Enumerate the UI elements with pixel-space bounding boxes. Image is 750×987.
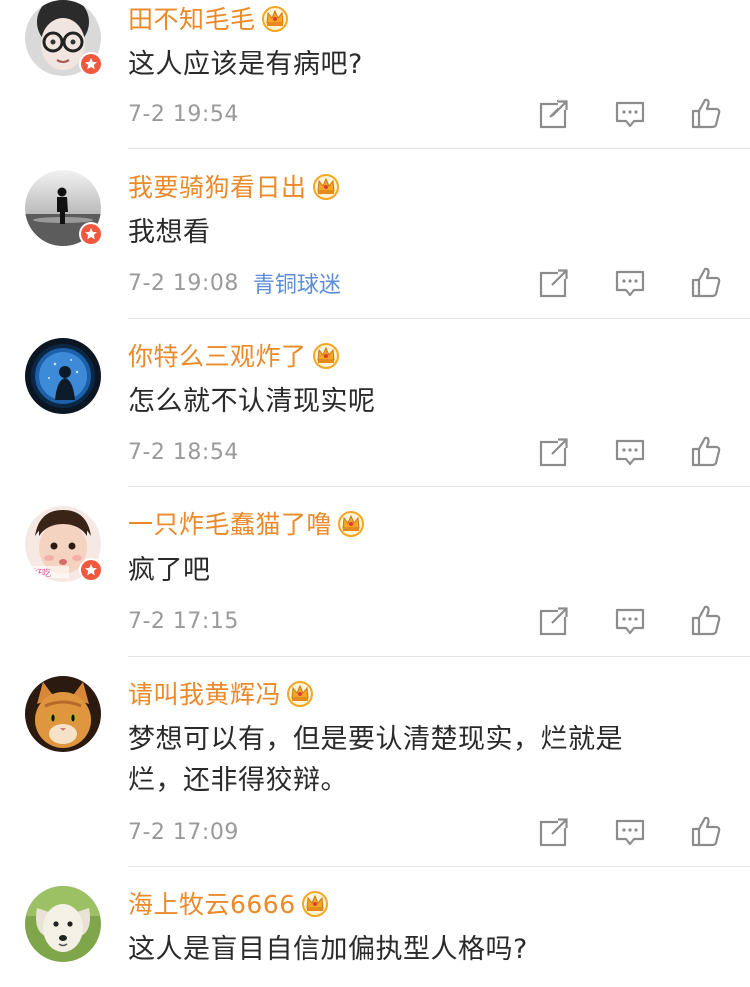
comment-item: 你特么三观炸了 怎么就不认清现实呢 7-2 18:54 <box>0 320 750 488</box>
comment-text: 我想看 <box>128 217 211 248</box>
crown-icon <box>287 681 314 707</box>
comment-text: 这人应该是有病吧? <box>128 49 363 80</box>
orange-cat-avatar <box>25 676 101 752</box>
share-icon[interactable] <box>538 436 570 468</box>
divider <box>128 656 750 657</box>
avatar[interactable] <box>25 338 101 414</box>
svg-text:好吃: 好吃 <box>33 567 51 579</box>
timestamp: 7-2 18:54 <box>128 439 239 465</box>
avatar[interactable] <box>25 676 101 752</box>
crown-icon <box>338 511 365 537</box>
like-icon[interactable] <box>690 265 722 298</box>
share-icon[interactable] <box>538 605 570 637</box>
comment-icon[interactable] <box>614 436 646 468</box>
like-icon[interactable] <box>690 603 722 636</box>
username[interactable]: 田不知毛毛 <box>128 0 256 36</box>
timestamp: 7-2 19:54 <box>128 101 239 127</box>
verified-badge-icon <box>79 558 103 582</box>
divider <box>128 866 750 867</box>
username[interactable]: 你特么三观炸了 <box>128 337 307 373</box>
username[interactable]: 一只炸毛蠢猫了噜 <box>128 505 332 541</box>
crown-icon <box>301 891 328 917</box>
crown-icon <box>261 6 288 32</box>
timestamp: 7-2 19:08 <box>128 270 239 296</box>
comment-icon[interactable] <box>614 98 646 130</box>
comment-text: 梦想可以有，但是要认清楚现实，烂就是烂，还非得狡辩。 <box>128 724 623 796</box>
divider <box>128 486 750 487</box>
username[interactable]: 请叫我黄辉冯 <box>128 675 281 711</box>
timestamp: 7-2 17:15 <box>128 608 239 634</box>
like-icon[interactable] <box>690 434 722 467</box>
verified-badge-icon <box>79 222 103 246</box>
comment-feed: 田不知毛毛 这人应该是有病吧? 7-2 19:54 我要骑狗看日出 我想看 7-… <box>0 0 750 987</box>
comment-item: 海上牧云6666 这人是盲目自信加偏执型人格吗? <box>0 868 750 987</box>
comment-icon[interactable] <box>614 816 646 848</box>
username[interactable]: 我要骑狗看日出 <box>128 168 307 204</box>
comment-item: 田不知毛毛 这人应该是有病吧? 7-2 19:54 <box>0 0 750 150</box>
comment-item: 好吃 一只炸毛蠢猫了噜 疯了吧 7-2 17:15 <box>0 488 750 658</box>
comment-text: 怎么就不认清现实呢 <box>128 386 376 417</box>
crown-icon <box>312 174 339 200</box>
avatar[interactable] <box>25 886 101 962</box>
timestamp: 7-2 17:09 <box>128 819 239 845</box>
crown-icon <box>312 343 339 369</box>
fan-medal[interactable]: 青铜球迷 <box>253 267 341 299</box>
share-icon[interactable] <box>538 816 570 848</box>
comment-text: 疯了吧 <box>128 555 211 586</box>
blue-portal-avatar <box>25 338 101 414</box>
white-puppy-avatar <box>25 886 101 962</box>
divider <box>128 318 750 319</box>
comment-icon[interactable] <box>614 267 646 299</box>
like-icon[interactable] <box>690 814 722 847</box>
divider <box>128 148 750 149</box>
like-icon[interactable] <box>690 96 722 129</box>
share-icon[interactable] <box>538 98 570 130</box>
verified-badge-icon <box>79 52 103 76</box>
share-icon[interactable] <box>538 267 570 299</box>
comment-item: 我要骑狗看日出 我想看 7-2 19:08 青铜球迷 <box>0 150 750 320</box>
username[interactable]: 海上牧云6666 <box>128 885 296 921</box>
comment-text: 这人是盲目自信加偏执型人格吗? <box>128 934 528 965</box>
comment-item: 请叫我黄辉冯 梦想可以有，但是要认清楚现实，烂就是烂，还非得狡辩。 7-2 17… <box>0 658 750 868</box>
comment-icon[interactable] <box>614 605 646 637</box>
